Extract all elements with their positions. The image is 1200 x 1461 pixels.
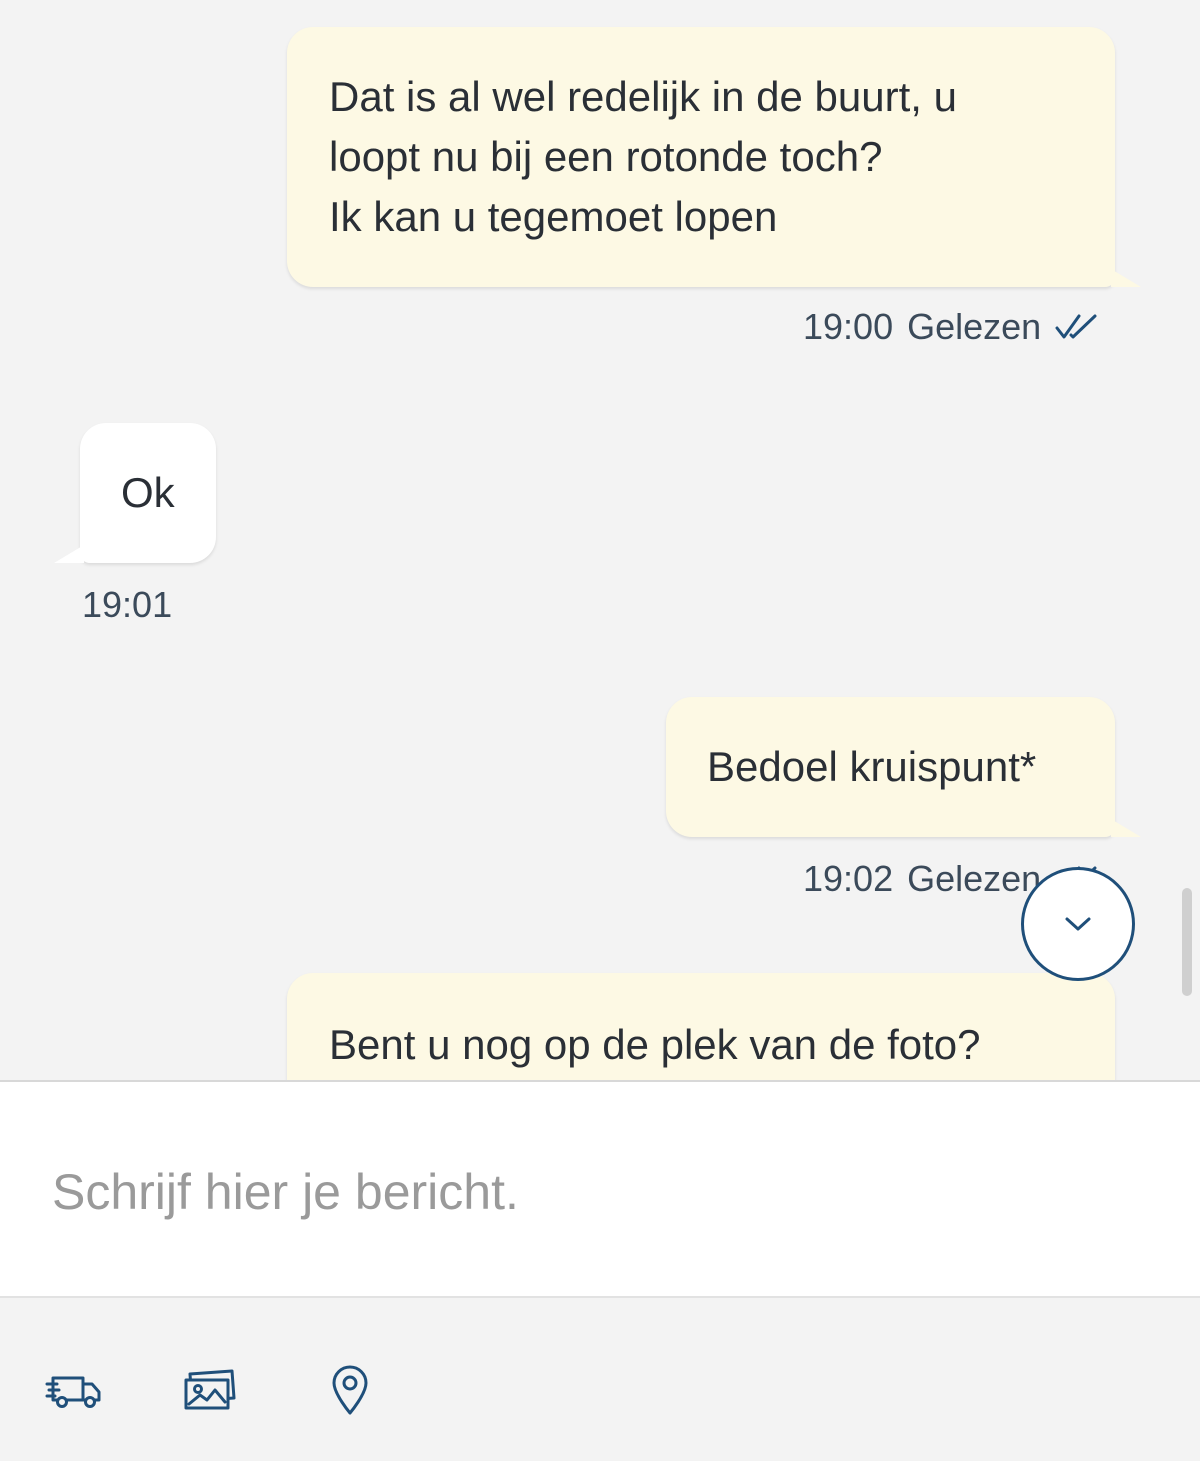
message-text-line: Ok: [121, 469, 175, 516]
share-location-button[interactable]: [318, 1358, 382, 1422]
message-text-line: loopt nu bij een rotonde toch?: [329, 133, 883, 180]
scrollbar-thumb[interactable]: [1182, 888, 1192, 996]
scroll-to-bottom-button[interactable]: [1021, 867, 1135, 981]
photos-icon: [184, 1369, 236, 1410]
double-check-icon: [1055, 314, 1097, 339]
message-bubble-outgoing[interactable]: Bedoel kruispunt*: [666, 697, 1141, 837]
send-delivery-button[interactable]: [42, 1358, 106, 1422]
message-meta: 19:00 Gelezen: [803, 306, 1099, 348]
message-text-line: Dat is al wel redelijk in de buurt, u: [329, 73, 957, 120]
message-time: 19:01: [82, 584, 173, 625]
message-time: 19:00: [803, 306, 894, 347]
message-text-line: Bedoel kruispunt*: [707, 743, 1037, 790]
message-bubble-outgoing[interactable]: Bent u nog op de plek van de foto?: [287, 973, 1115, 1080]
message-text-line: Ik kan u tegemoet lopen: [329, 193, 778, 240]
location-pin-icon: [332, 1365, 368, 1415]
read-status: Gelezen: [907, 858, 1042, 899]
chevron-down-icon: [1065, 917, 1091, 931]
message-bubble-incoming[interactable]: Ok: [54, 423, 216, 563]
truck-icon: [45, 1376, 101, 1408]
message-text-line: Bent u nog op de plek van de foto?: [329, 1021, 981, 1068]
attachment-toolbar: [0, 1298, 1200, 1461]
message-list[interactable]: Dat is al wel redelijk in de buurt, u lo…: [0, 0, 1200, 1080]
read-status: Gelezen: [907, 306, 1042, 347]
message-input[interactable]: [52, 1152, 1152, 1232]
message-time: 19:02: [803, 858, 894, 899]
message-bubble-outgoing[interactable]: Dat is al wel redelijk in de buurt, u lo…: [287, 27, 1141, 287]
message-meta: 19:01: [82, 584, 172, 626]
add-photos-button[interactable]: [179, 1358, 243, 1422]
message-composer: [0, 1080, 1200, 1298]
